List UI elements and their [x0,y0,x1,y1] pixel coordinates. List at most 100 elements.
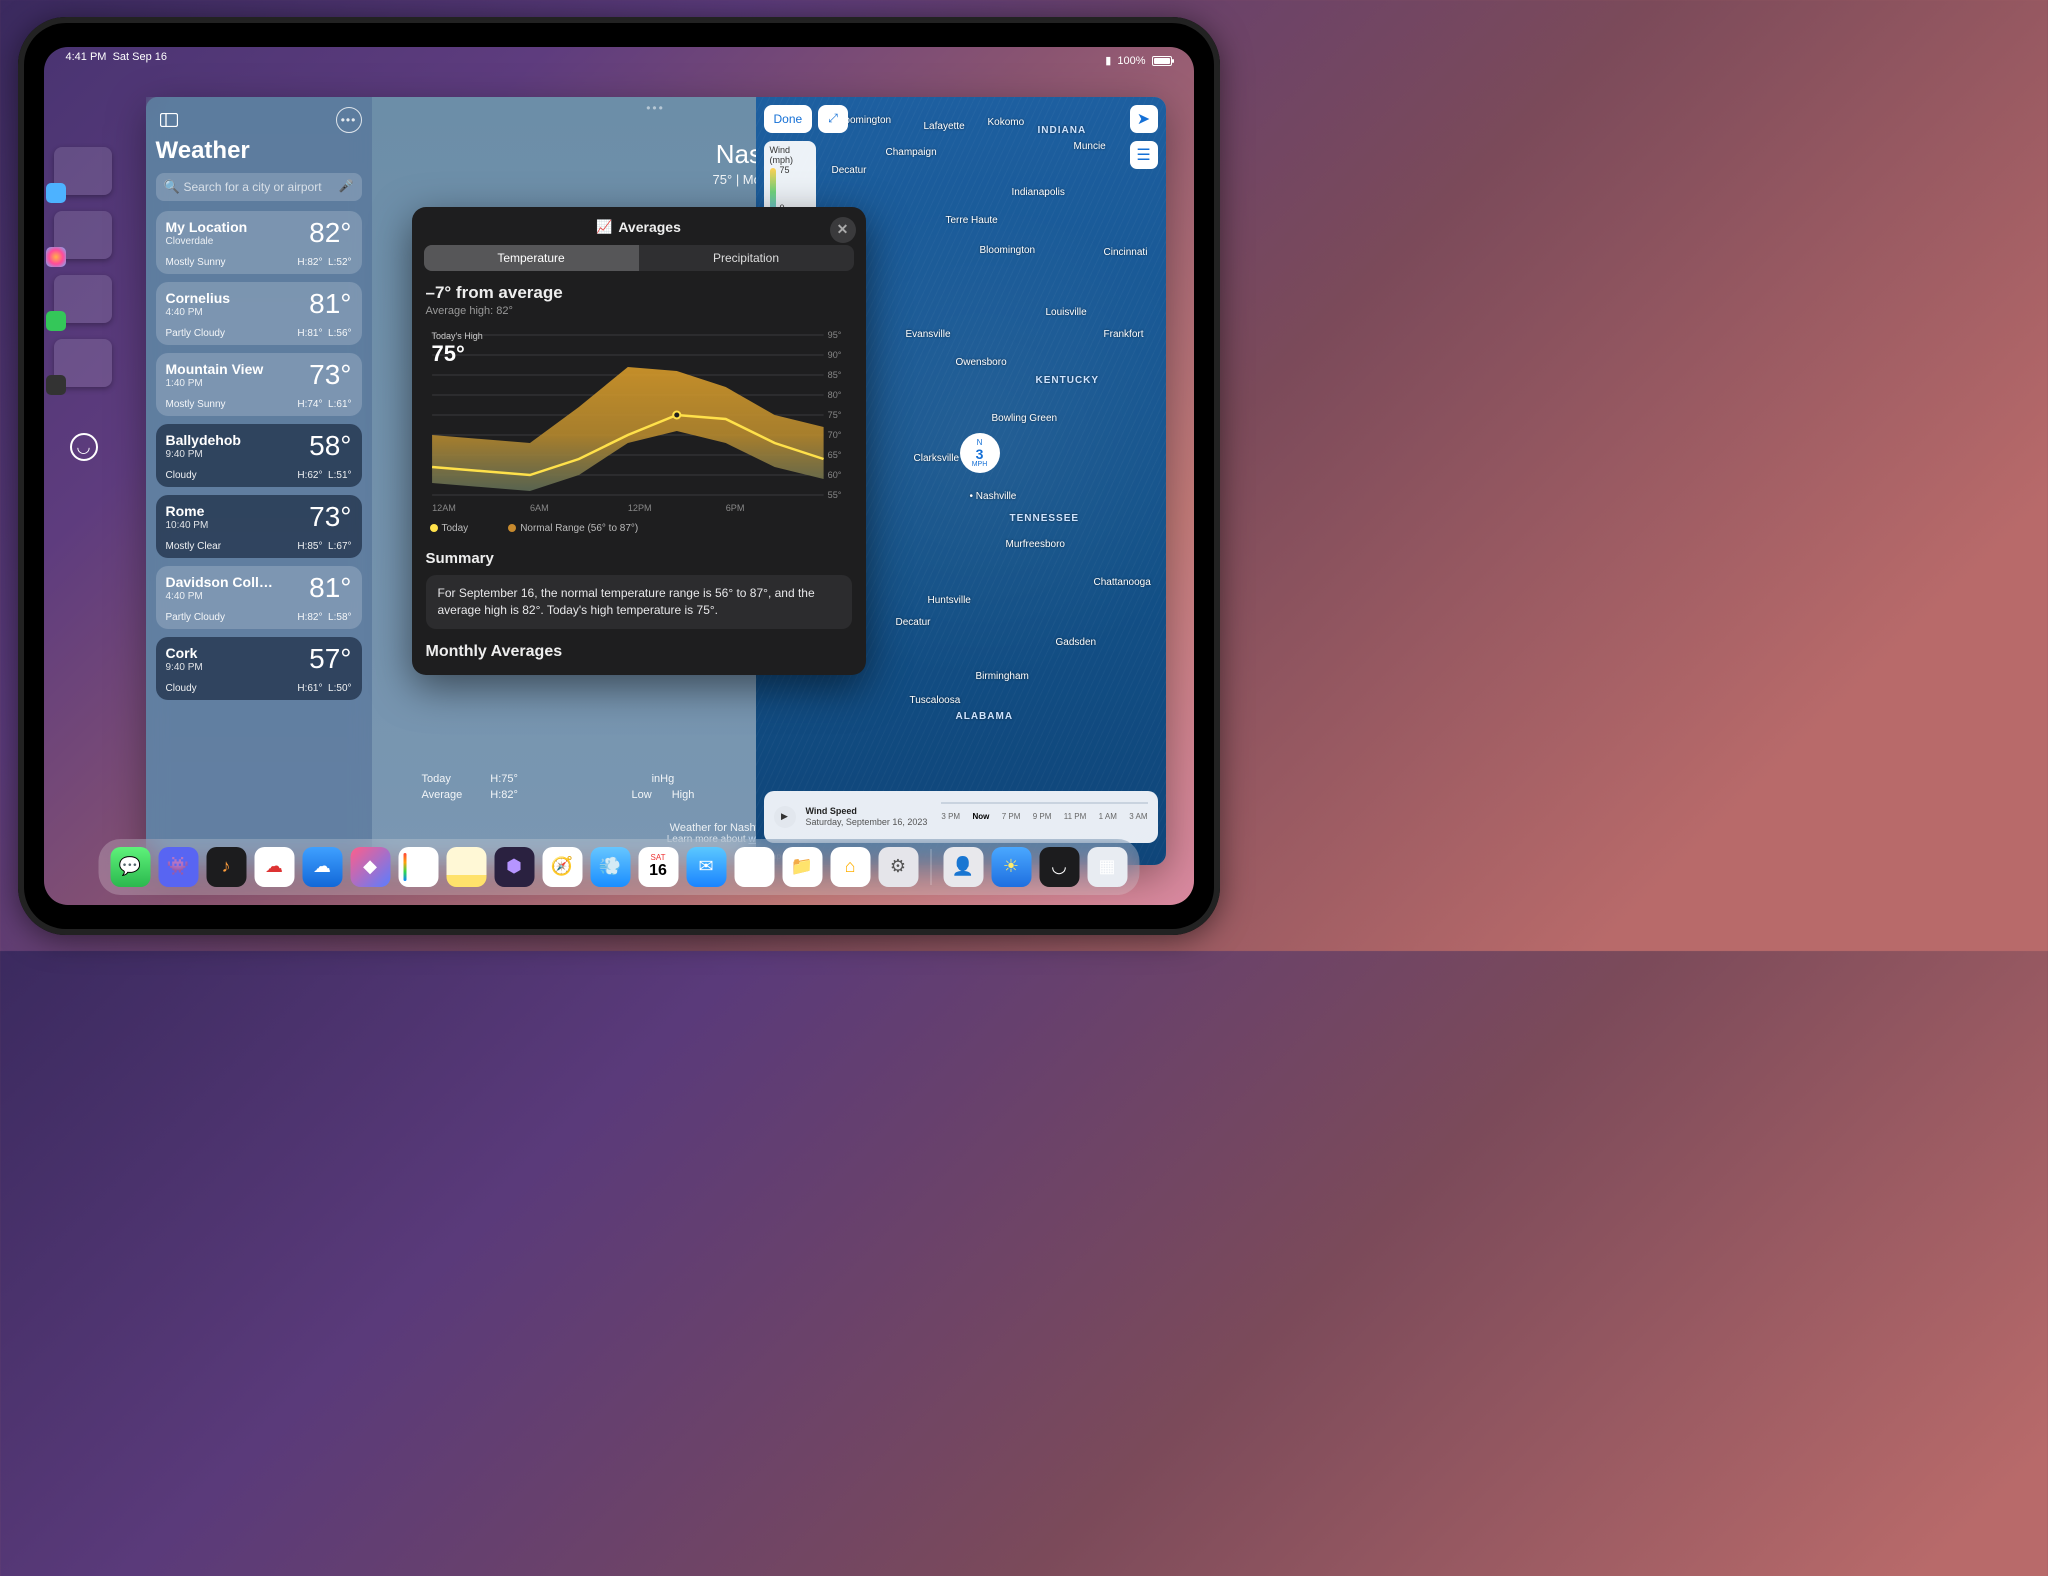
chart-legend: Today Normal Range (56° to 87°) [430,523,848,534]
dock-app-notes[interactable] [446,847,486,887]
map-label: Gadsden [1056,637,1097,648]
stage-thumb[interactable] [54,339,112,387]
more-icon[interactable]: ••• [336,107,362,133]
monthly-averages-title: Monthly Averages [412,643,866,661]
map-label: Owensboro [956,357,1007,368]
mic-icon[interactable]: 🎤 [339,179,354,193]
dock-app-safari[interactable]: 🧭 [542,847,582,887]
svg-text:55°: 55° [827,490,841,500]
dock-app-home[interactable]: ⌂ [830,847,870,887]
svg-text:60°: 60° [827,470,841,480]
search-field[interactable]: 🔍 🎤 [156,173,362,201]
map-label: Tuscaloosa [910,695,961,706]
locations-list: My LocationCloverdale82° Mostly SunnyH:8… [156,211,362,700]
dock-app-weather[interactable]: ☀ [991,847,1031,887]
map-label: Muncie [1074,141,1106,152]
dock-app-wind[interactable]: 💨 [590,847,630,887]
dock-app-photos[interactable]: ❀ [734,847,774,887]
map-label: Bowling Green [992,413,1058,424]
location-card[interactable]: Davidson Coll…4:40 PM81° Partly CloudyH:… [156,566,362,629]
search-input[interactable] [156,173,362,201]
averages-chart: Today's High 75° 55°60°65°70°75°80°85°90… [426,327,852,517]
deviation-headline: –7° from average [426,283,852,303]
svg-text:12AM: 12AM [432,503,456,513]
chart-icon: 📈 [596,219,612,235]
map-label: Terre Haute [946,215,998,226]
dock-app-shortcuts[interactable]: ◆ [350,847,390,887]
map-label: Decatur [832,165,867,176]
layers-icon[interactable]: ☰ [1130,141,1158,169]
svg-text:85°: 85° [827,370,841,380]
location-card[interactable]: My LocationCloverdale82° Mostly SunnyH:8… [156,211,362,274]
map-label: Louisville [1046,307,1087,318]
map-label: Decatur [896,617,931,628]
segmented-control[interactable]: Temperature Precipitation [424,245,854,271]
map-label: Champaign [886,147,937,158]
averages-popover: 📈 Averages ✕ Temperature Precipitation –… [412,207,866,676]
done-button[interactable]: Done [764,105,813,133]
map-label: ALABAMA [956,711,1014,722]
map-label: KENTUCKY [1036,375,1100,386]
dock-app-obsidian[interactable]: ⬢ [494,847,534,887]
svg-text:65°: 65° [827,450,841,460]
svg-text:6AM: 6AM [529,503,548,513]
dock-app-reminders[interactable] [398,847,438,887]
map-label: Murfreesboro [1006,539,1065,550]
locate-icon[interactable]: ➤ [1130,105,1158,133]
expand-button[interactable]: ⤢ [818,105,848,133]
popover-title: Averages [618,219,681,235]
svg-text:95°: 95° [827,330,841,340]
map-label: Lafayette [924,121,965,132]
sidebar-toggle-icon[interactable] [156,107,182,133]
stage-thumb[interactable] [54,275,112,323]
dock-app-music[interactable]: ♪ [206,847,246,887]
summary-title: Summary [426,550,852,567]
map-timeline[interactable]: ▶ Wind Speed Saturday, September 16, 202… [764,791,1158,843]
dock-app-contacts[interactable]: 👤 [943,847,983,887]
map-label: Indianapolis [1012,187,1065,198]
location-card[interactable]: Ballydehob9:40 PM58° CloudyH:62° L:51° [156,424,362,487]
map-label: Chattanooga [1094,577,1151,588]
dock-app-multi[interactable]: ▦ [1087,847,1127,887]
svg-text:75°: 75° [827,410,841,420]
stage-thumb[interactable] [54,211,112,259]
tab-precipitation[interactable]: Precipitation [639,245,854,271]
svg-text:12PM: 12PM [627,503,651,513]
dock-app-calendar[interactable]: SAT16 [638,847,678,887]
close-button[interactable]: ✕ [830,217,856,243]
dock-app-drive[interactable]: ☁ [302,847,342,887]
map-label: Evansville [906,329,951,340]
stage-thumb[interactable] [54,147,112,195]
search-icon: 🔍 [164,179,180,195]
map-label: Cincinnati [1104,247,1148,258]
map-label: • Nashville [970,491,1017,502]
dock-app-speed[interactable]: ◡ [1039,847,1079,887]
average-high-label: Average high: 82° [426,305,852,317]
map-label: Bloomington [980,245,1036,256]
dock-app-mail[interactable]: ✉ [686,847,726,887]
dock-app-files[interactable]: 📁 [782,847,822,887]
map-label: Frankfort [1104,329,1144,340]
window-handle-icon[interactable]: ••• [646,101,665,115]
stage-manager-strip: ◡ [54,147,112,461]
location-card[interactable]: Rome10:40 PM73° Mostly ClearH:85° L:67° [156,495,362,558]
map-label: Kokomo [988,117,1025,128]
sidebar-title: Weather [156,137,362,165]
play-icon[interactable]: ▶ [774,806,796,828]
location-card[interactable]: Cork9:40 PM57° CloudyH:61° L:50° [156,637,362,700]
map-label: Birmingham [976,671,1029,682]
speedometer-icon[interactable]: ◡ [70,433,98,461]
tab-temperature[interactable]: Temperature [424,245,639,271]
dock-app-cloud[interactable]: ☁ [254,847,294,887]
map-label: INDIANA [1038,125,1087,136]
dock-app-settings[interactable]: ⚙ [878,847,918,887]
map-label: TENNESSEE [1010,513,1080,524]
location-card[interactable]: Cornelius4:40 PM81° Partly CloudyH:81° L… [156,282,362,345]
summary-text: For September 16, the normal temperature… [426,575,852,630]
dock-app-messages[interactable]: 💬 [110,847,150,887]
svg-text:80°: 80° [827,390,841,400]
location-card[interactable]: Mountain View1:40 PM73° Mostly SunnyH:74… [156,353,362,416]
dock-app-discord[interactable]: 👾 [158,847,198,887]
dock: 💬👾♪☁☁◆⬢🧭💨SAT16✉❀📁⌂⚙👤☀◡▦ [98,839,1139,895]
weather-sidebar: ••• Weather 🔍 🎤 My LocationCloverdale82°… [146,97,372,865]
